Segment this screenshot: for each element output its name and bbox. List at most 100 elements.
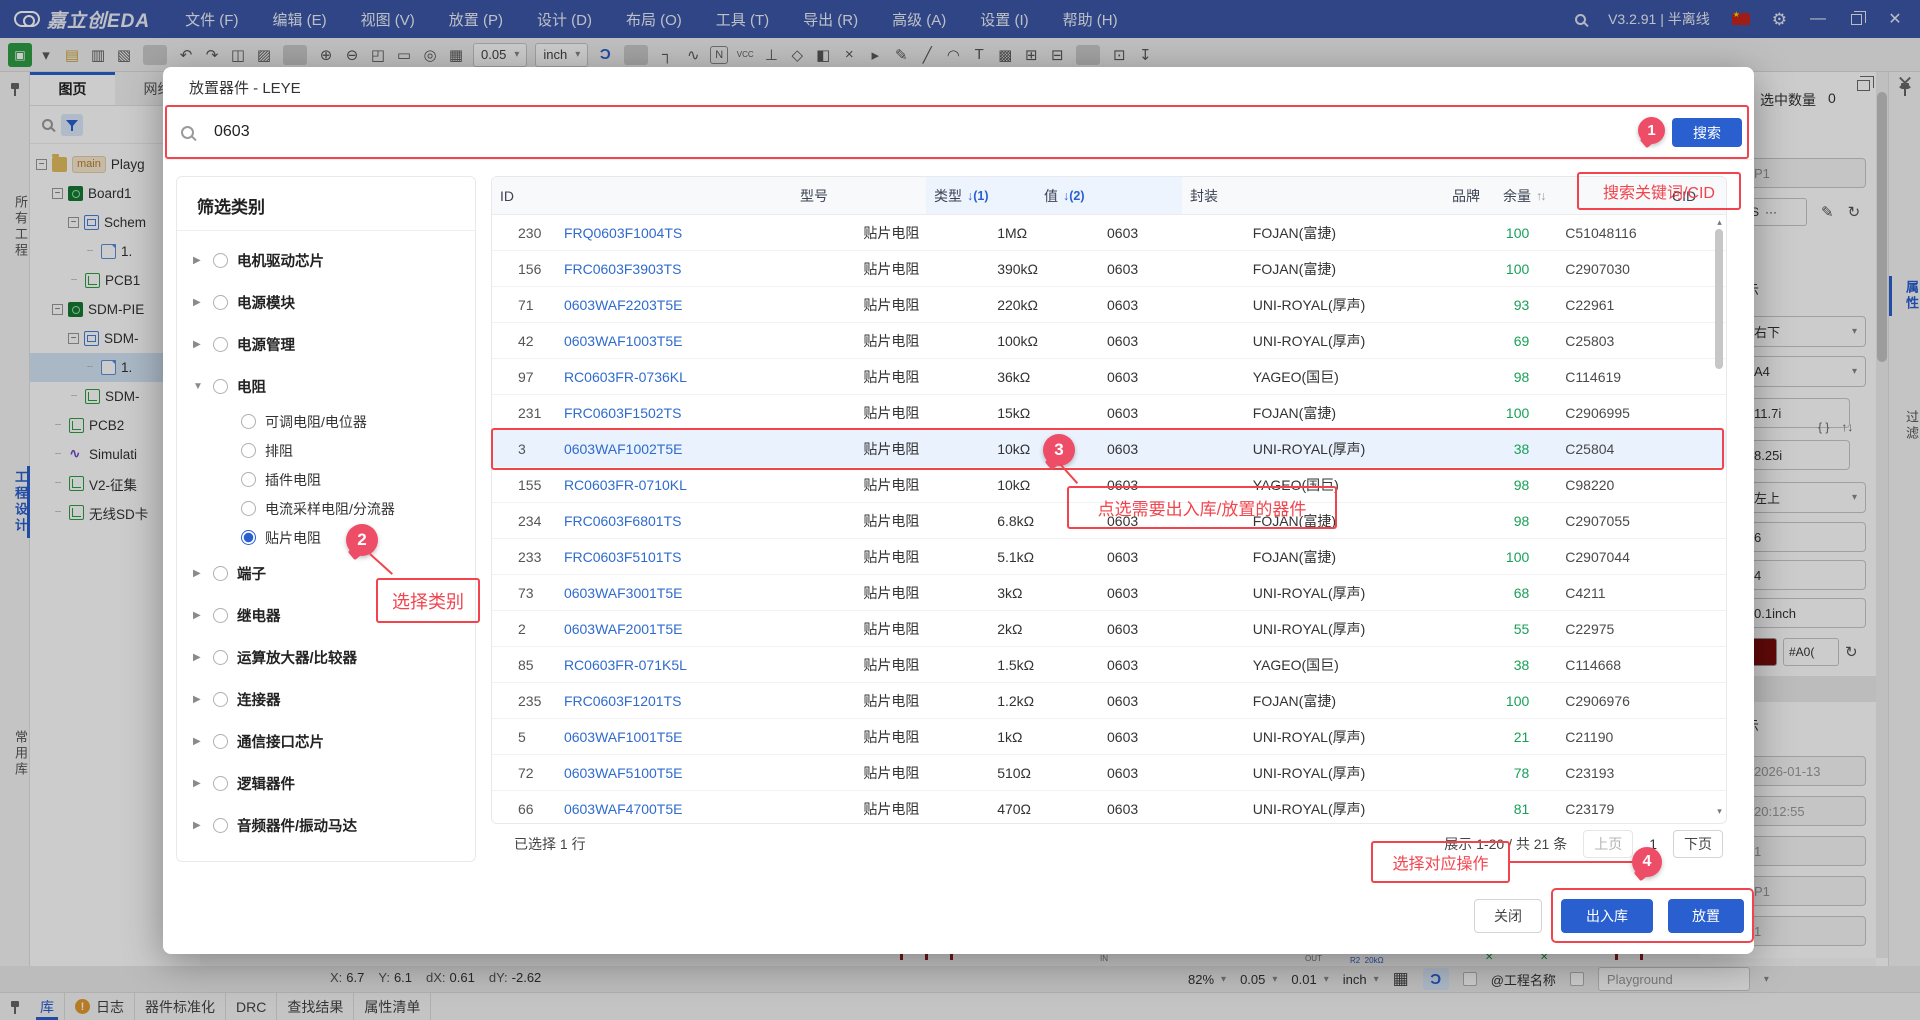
table-row[interactable]: 42 0603WAF1003T5E 贴片电阻 100kΩ 0603 UNI-RO… [492,323,1726,359]
filter-category[interactable]: 连接器 [177,678,475,720]
column-header[interactable]: 型号 [792,177,926,214]
cell-model-link[interactable]: 0603WAF1001T5E [556,729,855,745]
sort-icon[interactable]: ↓(2) [1063,189,1085,203]
category-radio[interactable] [241,472,256,487]
cell-model-link[interactable]: RC0603FR-0736KL [556,369,855,385]
table-row[interactable]: 233 FRC0603F5101TS 贴片电阻 5.1kΩ 0603 FOJAN… [492,539,1726,575]
expand-arrow-icon[interactable] [193,610,204,621]
column-header[interactable]: 品牌 [1424,177,1495,214]
category-radio[interactable] [213,776,228,791]
filter-category[interactable]: 运算放大器/比较器 [177,636,475,678]
table-row[interactable]: 5 0603WAF1001T5E 贴片电阻 1kΩ 0603 UNI-ROYAL… [492,719,1726,755]
expand-arrow-icon[interactable] [193,381,204,392]
expand-arrow-icon[interactable] [193,297,204,308]
cell-type: 贴片电阻 [855,547,989,567]
category-radio[interactable] [213,734,228,749]
sort-icon[interactable]: ↑↓ [1536,189,1545,203]
category-radio[interactable] [213,818,228,833]
scrollbar-thumb[interactable] [1715,229,1723,369]
table-row[interactable]: 72 0603WAF5100T5E 贴片电阻 510Ω 0603 UNI-ROY… [492,755,1726,791]
filter-category[interactable]: 电源管理 [177,323,475,365]
expand-arrow-icon[interactable] [193,736,204,747]
cell-model-link[interactable]: 0603WAF5100T5E [556,765,855,781]
table-row[interactable]: 85 RC0603FR-071K5L 贴片电阻 1.5kΩ 0603 YAGEO… [492,647,1726,683]
table-row[interactable]: 71 0603WAF2203T5E 贴片电阻 220kΩ 0603 UNI-RO… [492,287,1726,323]
cell-model-link[interactable]: 0603WAF2203T5E [556,297,855,313]
cell-model-link[interactable]: FRC0603F5101TS [556,549,855,565]
category-radio[interactable] [213,253,228,268]
category-radio[interactable] [213,379,228,394]
cell-model-link[interactable]: FRC0603F3903TS [556,261,855,277]
table-row[interactable]: 97 RC0603FR-0736KL 贴片电阻 36kΩ 0603 YAGEO(… [492,359,1726,395]
category-radio[interactable] [241,501,256,516]
close-button[interactable]: 关闭 [1474,899,1542,933]
cell-model-link[interactable]: FRC0603F6801TS [556,513,855,529]
column-header[interactable]: 封装 [1182,177,1424,214]
filter-category[interactable]: 通信接口芯片 [177,720,475,762]
table-row[interactable]: 73 0603WAF3001T5E 贴片电阻 3kΩ 0603 UNI-ROYA… [492,575,1726,611]
filter-category[interactable]: 可调电阻/电位器 [177,407,475,436]
filter-category[interactable]: 电阻 [177,365,475,407]
column-header[interactable]: ID [492,177,792,214]
filter-category[interactable]: 排阻 [177,436,475,465]
table-row[interactable]: 66 0603WAF4700T5E 贴片电阻 470Ω 0603 UNI-ROY… [492,791,1726,824]
dialog-close-icon[interactable]: ✕ [1894,71,1916,96]
filter-category[interactable]: 电机驱动芯片 [177,239,475,281]
table-row[interactable]: 156 FRC0603F3903TS 贴片电阻 390kΩ 0603 FOJAN… [492,251,1726,287]
cell-id: 155 [492,477,556,493]
cell-package: 0603 [1099,369,1245,385]
category-radio[interactable] [213,295,228,310]
column-header[interactable]: 值 ↓(2) [1036,177,1182,214]
category-radio[interactable] [241,443,256,458]
filter-category[interactable]: 电源模块 [177,281,475,323]
filter-category[interactable]: 插件电阻 [177,465,475,494]
category-radio[interactable] [213,692,228,707]
cell-package: 0603 [1099,585,1245,601]
table-row[interactable]: 235 FRC0603F1201TS 贴片电阻 1.2kΩ 0603 FOJAN… [492,683,1726,719]
annotation-callout-3: 点选需要出入库/放置的器件 [1067,486,1337,529]
scroll-up-icon[interactable]: ▴ [1715,217,1724,228]
filter-category[interactable]: 贴片电阻 [177,523,475,552]
cell-model-link[interactable]: 0603WAF2001T5E [556,621,855,637]
cell-model-link[interactable]: RC0603FR-071K5L [556,657,855,673]
cell-model-link[interactable]: 0603WAF1003T5E [556,333,855,349]
cell-model-link[interactable]: FRC0603F1502TS [556,405,855,421]
prev-page-button[interactable]: 上页 [1583,830,1633,858]
expand-arrow-icon[interactable] [193,778,204,789]
expand-arrow-icon[interactable] [193,568,204,579]
cell-stock: 68 [1486,585,1557,601]
expand-arrow-icon[interactable] [193,694,204,705]
table-row[interactable]: 231 FRC0603F1502TS 贴片电阻 15kΩ 0603 FOJAN(… [492,395,1726,431]
expand-arrow-icon[interactable] [193,652,204,663]
next-page-button[interactable]: 下页 [1673,830,1723,858]
filter-category[interactable]: 音频器件/振动马达 [177,804,475,846]
category-radio[interactable] [213,650,228,665]
dialog-expand-icon[interactable] [1857,80,1870,91]
category-radio[interactable] [213,566,228,581]
cell-value: 3kΩ [989,585,1099,601]
category-radio[interactable] [241,530,256,545]
category-radio[interactable] [213,337,228,352]
table-row[interactable]: 2 0603WAF2001T5E 贴片电阻 2kΩ 0603 UNI-ROYAL… [492,611,1726,647]
scroll-down-icon[interactable]: ▾ [1715,806,1724,817]
column-header[interactable]: 类型 ↓(1) [926,177,1036,214]
cell-model-link[interactable]: 0603WAF4700T5E [556,801,855,817]
table-row[interactable]: 230 FRQ0603F1004TS 贴片电阻 1MΩ 0603 FOJAN(富… [492,215,1726,251]
cell-model-link[interactable]: FRQ0603F1004TS [556,225,855,241]
expand-arrow-icon[interactable] [193,255,204,266]
expand-arrow-icon[interactable] [193,339,204,350]
expand-arrow-icon[interactable] [193,820,204,831]
category-radio[interactable] [213,608,228,623]
cell-stock: 55 [1486,621,1557,637]
cell-model-link[interactable]: RC0603FR-0710KL [556,477,855,493]
category-radio[interactable] [241,414,256,429]
cell-value: 15kΩ [989,405,1099,421]
cell-model-link[interactable]: 0603WAF3001T5E [556,585,855,601]
filter-category[interactable]: 电流采样电阻/分流器 [177,494,475,523]
cell-model-link[interactable]: FRC0603F1201TS [556,693,855,709]
sort-icon[interactable]: ↓(1) [967,189,989,203]
cell-value: 5.1kΩ [989,549,1099,565]
table-scrollbar[interactable]: ▴ ▾ [1715,217,1724,817]
filter-category[interactable]: 逻辑器件 [177,762,475,804]
cell-cid: C114668 [1557,657,1726,673]
